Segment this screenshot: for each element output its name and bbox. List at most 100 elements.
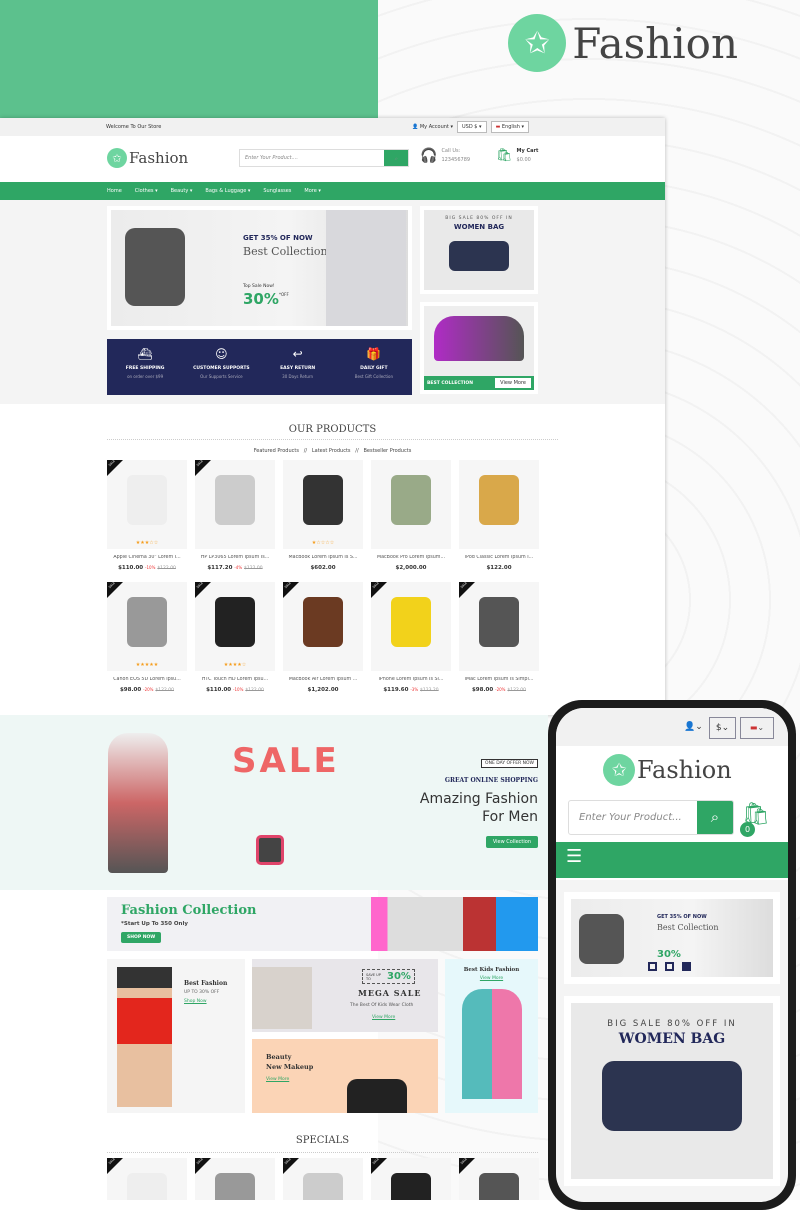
product-image[interactable]: SALE (371, 581, 451, 662)
language-select[interactable]: ▬ English ▾ (490, 121, 530, 133)
nav-bags[interactable]: Bags & Luggage ▾ (205, 188, 250, 194)
shop-now-button[interactable]: SHOP NOW (121, 932, 162, 943)
product-card[interactable]: ★☆☆☆☆ MacBook Lorem Ipsum Is S... $602.00 (283, 460, 363, 580)
product-image[interactable] (371, 460, 451, 540)
sale-badge-text: SALE (195, 458, 204, 468)
search-button[interactable]: ⌕ (384, 150, 408, 166)
product-grid: SALE ★★★☆☆ Apple Cinema 30" Lorem I... $11… (107, 458, 539, 702)
product-card[interactable]: SALE ★★★★☆ HTC Touch HD Lorem Ipsu... $110… (195, 581, 275, 702)
logo-text: Fashion (129, 149, 189, 167)
product-image[interactable]: SALE (107, 1158, 187, 1200)
product-name[interactable]: iMac Lorem Ipsum Is Simpl... (459, 677, 539, 682)
price-discount: -20% (495, 687, 506, 692)
product-name[interactable]: MacBook Air Lorem Ipsum ... (283, 677, 363, 682)
main-nav: Home Clothes ▾ Beauty ▾ Bags & Luggage ▾… (0, 182, 665, 200)
product-name[interactable]: iPhone Lorem Ipsum Is Si... (371, 677, 451, 682)
mobile-women-bag-banner[interactable]: BIG SALE 80% OFF IN WOMEN BAG (564, 996, 780, 1186)
product-card[interactable]: iPod Classic Lorem Ipsum I... $122.00 (459, 460, 539, 580)
mobile-cart-button[interactable]: 🛍 0 (740, 802, 770, 837)
language-select[interactable]: ▬⌄ (740, 717, 774, 739)
mega-sale-title: MEGA SALE (358, 988, 422, 998)
product-name[interactable]: Apple Cinema 30" Lorem I... (107, 555, 187, 560)
slider-dot-active[interactable] (682, 962, 691, 971)
nav-sunglasses[interactable]: Sunglasses (263, 188, 291, 194)
product-card[interactable]: SALE (459, 1158, 539, 1200)
product-card[interactable]: SALE (283, 1158, 363, 1200)
tab-latest[interactable]: Latest Products (312, 448, 351, 454)
view-more-button[interactable]: View More (495, 378, 531, 388)
rating-stars: ★☆☆☆☆ (283, 540, 363, 549)
mobile-search-bar: Enter Your Product... ⌕ (568, 800, 734, 835)
tab-bestseller[interactable]: Bestseller Products (363, 448, 411, 454)
product-name[interactable]: MacBook Pro Lorem Ipsum... (371, 555, 451, 560)
product-name[interactable]: HTC Touch HD Lorem Ipsu... (195, 677, 275, 682)
product-name[interactable]: Canon EOS 5D Lorem Ipsu... (107, 677, 187, 682)
mobile-search-input[interactable]: Enter Your Product... (569, 801, 697, 834)
hero-area: GET 35% OF NOW Best Collection Top Sale … (0, 200, 665, 404)
currency-select[interactable]: USD $ ▾ (457, 121, 487, 133)
product-image[interactable]: SALE (107, 459, 187, 540)
shoes-banner[interactable]: BEST COLLECTION View More (420, 302, 538, 394)
nav-beauty[interactable]: Beauty ▾ (171, 188, 193, 194)
product-card[interactable]: SALE iPhone Lorem Ipsum Is Si... $119.60 … (371, 581, 451, 702)
product-image[interactable]: SALE (283, 1158, 363, 1200)
product-image[interactable]: SALE (195, 1158, 275, 1200)
sale-badge: SALE (107, 581, 123, 598)
nav-home[interactable]: Home (107, 188, 122, 194)
product-image[interactable] (283, 460, 363, 540)
slider-dot[interactable] (665, 962, 674, 971)
slider-dot[interactable] (648, 962, 657, 971)
product-image[interactable]: SALE (195, 581, 275, 662)
mobile-hero-slider[interactable]: GET 35% OF NOW Best Collection 30% (564, 892, 780, 984)
nav-more[interactable]: More ▾ (304, 188, 321, 194)
product-image[interactable]: SALE (459, 1158, 539, 1200)
mobile-logo[interactable]: ✩ Fashion (603, 754, 732, 786)
women-bag-banner[interactable]: BIG SALE 80% OFF IN WOMEN BAG (420, 206, 538, 294)
product-card[interactable]: SALE (107, 1158, 187, 1200)
mega-sale-promo[interactable]: SAVE UP TO 30% MEGA SALE The Best Of Kid… (252, 959, 438, 1032)
product-image[interactable] (459, 460, 539, 540)
product-card[interactable]: SALE iMac Lorem Ipsum Is Simpl... $98.00 … (459, 581, 539, 702)
tab-featured[interactable]: Featured Products (254, 448, 299, 454)
product-tabs: Featured Products // Latest Products // … (0, 448, 665, 454)
search-button[interactable]: ⌕ (697, 801, 733, 834)
header-logo[interactable]: ✩ Fashion (107, 148, 188, 168)
product-name[interactable]: iPod Classic Lorem Ipsum I... (459, 555, 539, 560)
rating-stars: ★★★★★ (107, 662, 187, 671)
product-image[interactable]: SALE (107, 581, 187, 662)
product-name[interactable]: HP LP3065 Lorem Ipsum Is... (195, 555, 275, 560)
beauty-promo[interactable]: Beauty New Makeup View More (252, 1039, 438, 1113)
menu-toggle[interactable]: ☰ (556, 842, 788, 878)
product-image[interactable]: SALE (195, 458, 275, 540)
kids-fashion-promo[interactable]: Best Kids Fashion View More (445, 959, 538, 1113)
product-name[interactable]: MacBook Lorem Ipsum Is S... (283, 555, 363, 560)
product-image[interactable]: SALE (283, 581, 363, 662)
sale-badge-text: SALE (371, 1158, 380, 1166)
nav-clothes[interactable]: Clothes ▾ (135, 188, 158, 194)
product-card[interactable]: SALE (371, 1158, 451, 1200)
product-card[interactable]: SALE (195, 1158, 275, 1200)
view-more-link[interactable]: View More (445, 976, 538, 981)
view-collection-button[interactable]: View Collection (485, 836, 538, 848)
hero-slider[interactable]: GET 35% OF NOW Best Collection Top Sale … (107, 206, 412, 330)
rating-stars (371, 662, 451, 671)
shop-now-link[interactable]: Shop Now (184, 999, 207, 1004)
product-card[interactable]: MacBook Pro Lorem Ipsum... $2,000.00 (371, 460, 451, 580)
view-more-link[interactable]: View More (266, 1077, 289, 1082)
view-more-link[interactable]: View More (372, 1015, 395, 1020)
best-fashion-promo[interactable]: Best Fashion UP TO 30% OFF Shop Now (107, 959, 245, 1113)
product-image[interactable]: SALE (459, 581, 539, 662)
brand-name: Fashion (572, 18, 738, 68)
price-discount: -10% (145, 565, 156, 570)
cart-button[interactable]: 🛍 My Cart $0.00 (496, 148, 538, 163)
product-card[interactable]: SALE ★★★☆☆ Apple Cinema 30" Lorem I... $11… (107, 459, 187, 580)
search-bar: Enter Your Product.... ⌕ (239, 149, 409, 167)
currency-select[interactable]: $⌄ (709, 717, 736, 739)
account-menu[interactable]: 👤 My Account ▾ (412, 124, 453, 130)
product-card[interactable]: SALE ★★★★★ Canon EOS 5D Lorem Ipsu... $98.… (107, 581, 187, 702)
product-card[interactable]: SALE HP LP3065 Lorem Ipsum Is... $117.20 … (195, 458, 275, 580)
product-image[interactable]: SALE (371, 1158, 451, 1200)
product-card[interactable]: SALE MacBook Air Lorem Ipsum ... $1,202.0… (283, 581, 363, 702)
account-icon[interactable]: 👤⌄ (684, 722, 703, 732)
search-input[interactable]: Enter Your Product.... (240, 150, 384, 166)
